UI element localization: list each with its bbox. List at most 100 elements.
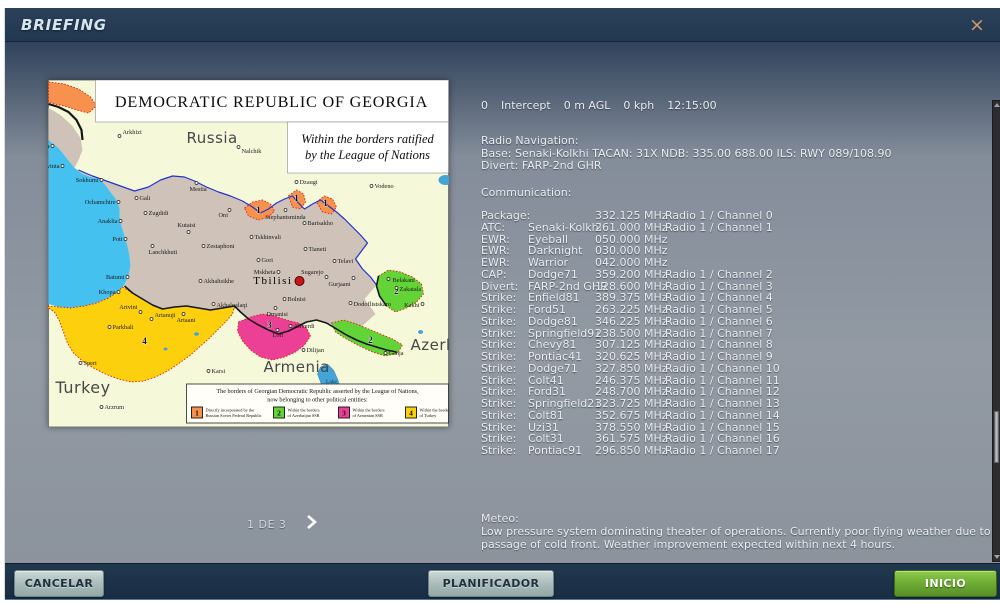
svg-text:Tbilisi: Tbilisi [253,275,292,287]
status-segment: 0 [481,99,488,112]
status-segment: 12:15:00 [667,99,717,112]
svg-text:Dilijan: Dilijan [307,347,325,354]
svg-text:2: 2 [277,409,281,418]
comm-cell: 320.625 MHz [595,350,668,363]
comm-cell: Radio 1 / Channel 17 [665,444,780,457]
svg-text:Belakani: Belakani [393,277,416,284]
svg-text:Dodoflistskaro: Dodoflistskaro [354,301,391,308]
chevron-right-icon [307,515,317,529]
comm-cell: 323.725 MHz [595,397,668,410]
radio-navigation-block: Radio Navigation: Base: Senaki-Kolkhi TA… [481,134,993,173]
comm-cell: Radio 1 / Channel 6 [665,314,773,328]
comm-cell: 263.225 MHz [595,303,668,316]
svg-text:Gurjaani: Gurjaani [328,281,350,288]
svg-text:now belonging to other politic: now belonging to other political entitie… [267,397,368,404]
comm-cell: Strike: [481,444,517,457]
svg-text:Directly incorporated by the: Directly incorporated by the [206,408,255,413]
svg-text:Speri: Speri [84,360,98,367]
svg-text:Tskhinvali: Tskhinvali [255,234,282,241]
comm-cell: Ford51 [528,303,566,316]
map-region-number: 1 [323,198,328,208]
svg-text:Aliverdi: Aliverdi [294,323,315,330]
cancel-button-label: CANCELAR [24,577,94,590]
svg-text:Kutaisi: Kutaisi [177,222,195,229]
city-marker: Zugdidi [143,210,169,217]
comm-cell: Radio 1 / Channel 13 [665,397,780,410]
svg-text:Ganja: Ganja [389,350,404,357]
city-marker: Akhaltsikhe [198,278,235,285]
svg-text:Zakatala: Zakatala [400,286,422,293]
map-region-number: 1 [294,193,299,203]
comm-cell: 352.675 MHz [595,408,668,422]
svg-text:Anaklia: Anaklia [98,218,118,225]
svg-text:Poti: Poti [112,236,122,243]
georgia-map-svg: LakeSevan1112234GagraBichvintaSokhumiArk… [48,80,449,427]
comm-cell: EWR: [481,256,510,269]
comm-cell: 359.200 MHz [595,267,668,281]
triangle-up-icon [993,103,1000,107]
svg-text:Akhaltsikhe: Akhaltsikhe [204,278,235,285]
svg-text:Gagra: Gagra [48,143,50,150]
start-button[interactable]: INICIO [894,570,997,597]
svg-text:Artvini: Artvini [119,304,137,311]
meteo-block: Meteo: Low pressure system dominating th… [481,512,997,551]
comm-cell: Radio 1 / Channel 14 [665,408,780,422]
scroll-down-button[interactable] [993,552,1000,561]
comm-row: ATC: Senaki-Kolkhi 261.000 MHz Radio 1 / Ch… [481,220,993,234]
svg-text:Oni: Oni [219,212,229,219]
status-segment: 0 kph [623,99,655,112]
comm-cell: Senaki-Kolkhi [528,220,602,234]
svg-text:Dzaugi: Dzaugi [300,179,318,186]
svg-text:Stephantsminda: Stephantsminda [265,214,305,221]
close-icon[interactable]: × [966,14,988,36]
city-marker: Vodeno [369,183,394,190]
svg-text:Russian Soviet Federal Republi: Russian Soviet Federal Republic [206,413,262,418]
page-indicator: 1 DE 3 [247,518,287,531]
city-marker: Arzrum [99,404,125,411]
radio-navigation-divert: Divert: FARP-2nd GHR [481,159,602,172]
svg-text:by the League of Nations: by the League of Nations [305,148,430,162]
svg-text:Arzrum: Arzrum [105,404,125,411]
svg-text:1: 1 [195,409,199,418]
titlebar: BRIEFING × [5,8,1000,42]
svg-text:Nalchik: Nalchik [242,148,263,155]
status-line: 0 Intercept 0 m AGL 0 kph 12:15:00 [481,100,993,112]
comm-cell: Pontiac41 [528,350,583,363]
comm-cell: Radio 1 / Channel 9 [665,350,773,363]
svg-text:Lanchkhuti: Lanchkhuti [149,249,178,256]
legend-item: 2 Within the bordersof Azerbaijan SSR [273,406,320,419]
svg-text:Kakhi: Kakhi [404,302,420,309]
comm-row: Strike: Pontiac91 296.850 MHz Radio 1 / Cha… [481,445,993,457]
scroll-up-button[interactable] [993,101,1000,110]
svg-text:Sugarejo: Sugarejo [301,269,323,276]
briefing-map-page: LakeSevan1112234GagraBichvintaSokhumiArk… [48,80,449,427]
comm-cell: Strike: [481,361,517,375]
comm-cell: 261.000 MHz [595,220,668,234]
comm-row: Strike: Ford51 263.225 MHz Radio 1 / Channe… [481,304,993,316]
planner-button[interactable]: PLANIFICADOR [428,570,554,597]
comm-cell: 327.850 MHz [595,361,668,375]
comm-cell: Strike: [481,350,517,363]
city-marker: Zestaphoni [201,243,235,250]
svg-text:Within the borders: Within the borders [353,408,385,413]
scroll-thumb[interactable] [994,411,999,463]
svg-text:Artaani: Artaani [177,317,196,324]
map-title: DEMOCRATIC REPUBLIC OF GEORGIA [115,93,428,111]
comm-row: Strike: Colt81 352.675 MHz Radio 1 / Channe… [481,408,993,422]
next-page-button[interactable] [302,513,320,531]
svg-text:Khopa: Khopa [99,289,116,296]
scrollbar[interactable] [992,100,1000,562]
cancel-button[interactable]: CANCELAR [14,570,104,597]
map-subtitle: Within the borders ratified [301,132,434,146]
svg-text:Barisakho: Barisakho [308,220,334,227]
comm-cell: Springfield21 [528,397,602,410]
comm-cell: Radio 1 / Channel 0 [665,209,773,222]
city-marker: Tskhinvali [249,234,282,241]
comm-row: CAP: Dodge71 359.200 MHz Radio 1 / Channel … [481,267,993,281]
window-title: BRIEFING [21,15,107,34]
svg-text:of Azerbaijan SSR: of Azerbaijan SSR [288,413,320,418]
legend-item: 3 Within the bordersof Armenian SSR [338,406,385,419]
svg-text:Lori: Lori [273,332,284,339]
map-region-number: 1 [256,205,261,215]
comm-cell: Strike: [481,303,517,316]
